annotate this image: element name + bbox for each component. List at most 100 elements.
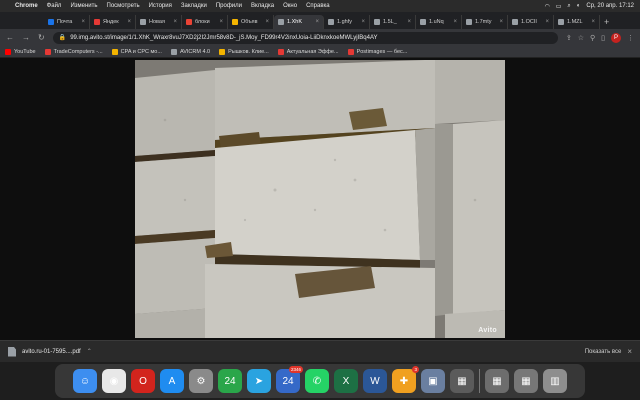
- menubar-clock[interactable]: Ср, 20 апр. 17:12: [586, 3, 634, 9]
- tab-label: Новая: [149, 19, 165, 25]
- tab-8[interactable]: 1.uNq ×: [416, 15, 462, 29]
- tab-label: блоки: [195, 19, 210, 25]
- preview-icon[interactable]: ▣: [421, 369, 445, 393]
- close-icon[interactable]: ×: [627, 347, 632, 356]
- chrome-icon[interactable]: ◉: [102, 369, 126, 393]
- tab-close-icon[interactable]: ×: [315, 19, 319, 25]
- menubar-app-name[interactable]: Chrome: [15, 3, 38, 9]
- chevron-up-icon[interactable]: ⌃: [87, 348, 92, 355]
- tab-favicon-icon: [466, 19, 472, 25]
- tab-favicon-icon: [140, 19, 146, 25]
- opera-icon[interactable]: O: [131, 369, 155, 393]
- menu-kebab-icon[interactable]: ⋮: [627, 34, 634, 42]
- tab-label: 1.OCII: [521, 19, 537, 25]
- menu-view[interactable]: Посмотреть: [107, 3, 140, 9]
- menu-file[interactable]: Файл: [47, 3, 62, 9]
- menu-tab[interactable]: Вкладка: [251, 3, 274, 9]
- wifi-icon[interactable]: ◠: [544, 3, 549, 10]
- menu-edit[interactable]: Изменить: [70, 3, 97, 9]
- tab-favicon-icon: [94, 19, 100, 25]
- search-icon[interactable]: ⌕: [567, 3, 570, 10]
- menu-window[interactable]: Окно: [283, 3, 297, 9]
- menu-help[interactable]: Справка: [306, 3, 330, 9]
- tab-6[interactable]: 1.ghfy ×: [324, 15, 370, 29]
- excel-icon[interactable]: X: [334, 369, 358, 393]
- control-center-icon[interactable]: ◐: [577, 3, 581, 9]
- system-preferences-icon[interactable]: ⚙: [189, 369, 213, 393]
- bookmark-1[interactable]: TradeComputers -...: [44, 48, 103, 55]
- bookmark-star-icon[interactable]: ☆: [578, 34, 584, 42]
- pdf-file-icon: [8, 346, 16, 357]
- tab-close-icon[interactable]: ×: [591, 19, 595, 25]
- calendar-24-b-icon[interactable]: 24 2346: [276, 366, 303, 393]
- bookmark-0[interactable]: YouTube: [5, 48, 36, 55]
- tab-close-icon[interactable]: ×: [407, 19, 411, 25]
- tab-2[interactable]: Новая ×: [136, 15, 182, 29]
- tab-favicon-icon: [558, 19, 564, 25]
- photos-b-icon[interactable]: ▦: [485, 369, 509, 393]
- bookmark-3[interactable]: AVICRM 4.0: [170, 48, 211, 55]
- tab-10[interactable]: 1.OCII ×: [508, 15, 554, 29]
- profile-avatar[interactable]: P: [611, 32, 621, 43]
- tab-9[interactable]: 1.7mty ×: [462, 15, 508, 29]
- side-panel-icon[interactable]: ▯: [601, 34, 605, 42]
- menu-bookmarks[interactable]: Закладки: [181, 3, 207, 9]
- tab-close-icon[interactable]: ×: [453, 19, 457, 25]
- tab-5[interactable]: 1.XhK ×: [274, 15, 324, 29]
- app-multi-icon[interactable]: ✚ 3: [392, 366, 419, 393]
- photos-c-icon[interactable]: ▦: [514, 369, 538, 393]
- battery-icon[interactable]: ▭: [556, 3, 562, 10]
- trash-icon[interactable]: ▥: [543, 369, 567, 393]
- page-content: Avito: [0, 58, 640, 340]
- new-tab-button[interactable]: +: [600, 15, 613, 29]
- tab-close-icon[interactable]: ×: [265, 19, 269, 25]
- tab-close-icon[interactable]: ×: [127, 19, 131, 25]
- bookmark-favicon-icon: [111, 48, 118, 55]
- tab-favicon-icon: [374, 19, 380, 25]
- tab-1[interactable]: Яндек ×: [90, 15, 136, 29]
- tab-favicon-icon: [48, 19, 54, 25]
- tab-close-icon[interactable]: ×: [219, 19, 223, 25]
- bookmark-label: AVICRM 4.0: [179, 48, 211, 55]
- tab-close-icon[interactable]: ×: [361, 19, 365, 25]
- macos-menubar: Chrome Файл Изменить Посмотреть История …: [0, 0, 640, 12]
- tab-4[interactable]: Объяв ×: [228, 15, 274, 29]
- photos-a-icon[interactable]: ▦: [450, 369, 474, 393]
- app-store-icon[interactable]: A: [160, 369, 184, 393]
- tab-11[interactable]: 1.MZL ×: [554, 15, 600, 29]
- whatsapp-icon[interactable]: ✆: [305, 369, 329, 393]
- lock-icon[interactable]: 🔒: [59, 34, 66, 41]
- bookmark-6[interactable]: Postimages — бес...: [347, 48, 407, 55]
- forward-arrow-icon[interactable]: →: [22, 33, 30, 42]
- tab-close-icon[interactable]: ×: [81, 19, 85, 25]
- menu-profiles[interactable]: Профили: [216, 3, 242, 9]
- tab-strip: Почта × Яндек × Новая × блоки × Объяв × 1.XhK × 1.gh…: [0, 12, 640, 29]
- notification-badge: 2346: [288, 366, 303, 373]
- tab-close-icon[interactable]: ×: [173, 19, 177, 25]
- show-all-downloads-button[interactable]: Показать все: [585, 349, 622, 355]
- back-arrow-icon[interactable]: ←: [6, 33, 14, 42]
- tab-7[interactable]: 1.5L_ ×: [370, 15, 416, 29]
- share-icon[interactable]: ⇪: [566, 34, 572, 42]
- reload-icon[interactable]: ↻: [38, 33, 45, 42]
- tab-favicon-icon: [512, 19, 518, 25]
- menu-history[interactable]: История: [149, 3, 172, 9]
- calendar-24-a-icon[interactable]: 24: [218, 369, 242, 393]
- tab-0[interactable]: Почта ×: [44, 15, 90, 29]
- bookmark-4[interactable]: Рышков. Клие...: [219, 48, 269, 55]
- tab-close-icon[interactable]: ×: [545, 19, 549, 25]
- tab-label: 1.ghfy: [337, 19, 352, 25]
- download-filename[interactable]: avito.ru-01-7595....pdf: [22, 349, 81, 355]
- bookmark-label: Рышков. Клие...: [228, 48, 269, 55]
- telegram-icon[interactable]: ➤: [247, 369, 271, 393]
- bookmark-5[interactable]: Актуальная Эффе...: [277, 48, 339, 55]
- tab-3[interactable]: блоки ×: [182, 15, 228, 29]
- bookmark-label: TradeComputers -...: [53, 48, 103, 55]
- tab-close-icon[interactable]: ×: [499, 19, 503, 25]
- address-url: 99.img.avito.st/image/1/1.XhK_Wraxr8vuJ7…: [70, 34, 378, 41]
- address-bar[interactable]: 🔒 99.img.avito.st/image/1/1.XhK_Wraxr8vu…: [52, 31, 558, 44]
- finder-icon[interactable]: ☺: [73, 369, 97, 393]
- extensions-icon[interactable]: ⚲: [590, 34, 595, 42]
- bookmark-2[interactable]: CPA и CPC мо...: [111, 48, 162, 55]
- word-icon[interactable]: W: [363, 369, 387, 393]
